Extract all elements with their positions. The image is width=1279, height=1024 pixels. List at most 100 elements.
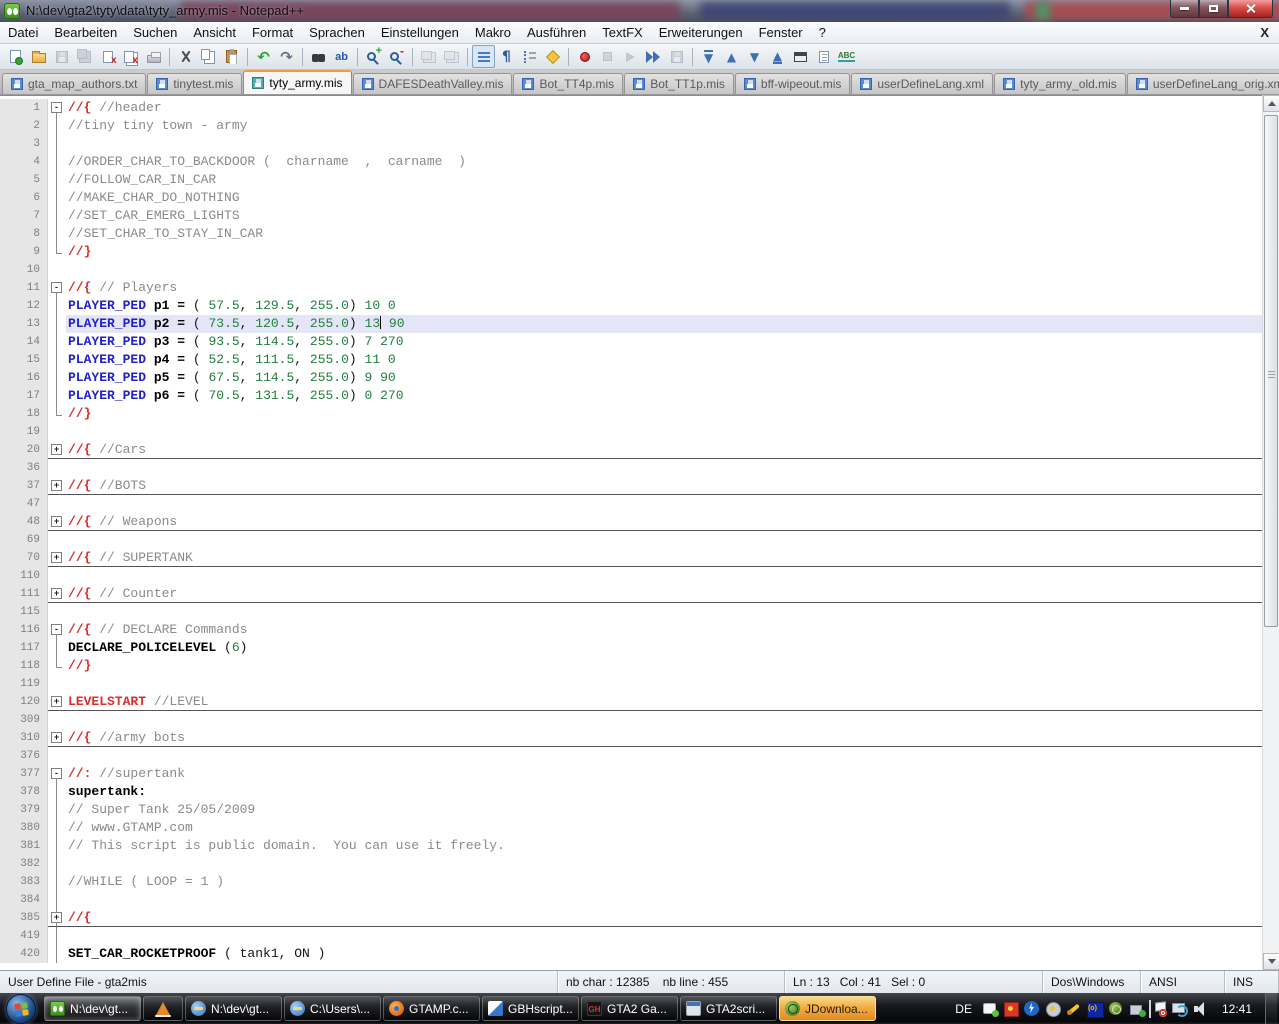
find-icon[interactable]: [307, 45, 330, 68]
sync-vertical-scrolling-icon[interactable]: [417, 45, 440, 68]
launch-console-icon[interactable]: [789, 45, 812, 68]
scroll-up-arrow[interactable]: [1263, 95, 1279, 112]
close-document-x[interactable]: X: [1250, 25, 1279, 40]
menu-item-sprachen[interactable]: Sprachen: [301, 23, 373, 42]
scrollbar-thumb[interactable]: [1264, 115, 1278, 627]
close-button[interactable]: [1228, 0, 1273, 18]
network-icon[interactable]: [1170, 1000, 1188, 1018]
tab-Bot_TT4p.mis[interactable]: Bot_TT4p.mis: [513, 73, 623, 94]
macro-stop-icon[interactable]: [596, 45, 619, 68]
vertical-scrollbar[interactable]: [1262, 95, 1279, 970]
taskbar-explorer-users[interactable]: C:\Users\...: [284, 996, 381, 1021]
action-center-icon[interactable]: [1149, 1000, 1167, 1018]
save-file-icon[interactable]: [50, 45, 73, 68]
fold-expand-marker[interactable]: +: [48, 729, 66, 747]
tab-tyty_army_old.mis[interactable]: tyty_army_old.mis: [994, 73, 1126, 94]
indent-guide-icon[interactable]: [518, 45, 541, 68]
collapse-all-icon[interactable]: ▼: [697, 45, 720, 68]
taskbar-vlc[interactable]: [143, 996, 183, 1021]
fold-expand-marker[interactable]: +: [48, 549, 66, 567]
globe-app-icon[interactable]: [1107, 1000, 1125, 1018]
menu-item-makro[interactable]: Makro: [467, 23, 519, 42]
fold-collapse-marker[interactable]: -: [48, 765, 66, 783]
menu-item-erweiterungen[interactable]: Erweiterungen: [651, 23, 751, 42]
fold-collapse-marker[interactable]: -: [48, 279, 66, 297]
taskbar-gta2script[interactable]: GTA2scri...: [680, 996, 777, 1021]
menu-item-format[interactable]: Format: [244, 23, 301, 42]
scroll-down-arrow[interactable]: [1263, 953, 1279, 970]
macro-record-icon[interactable]: [573, 45, 596, 68]
tab-Bot_TT1p.mis[interactable]: Bot_TT1p.mis: [624, 73, 734, 94]
new-file-icon[interactable]: [4, 45, 27, 68]
taskbar-clock[interactable]: 12:41: [1212, 1002, 1262, 1016]
undo-icon[interactable]: ↶: [252, 45, 275, 68]
start-button[interactable]: [6, 994, 36, 1024]
taskbar-gta2-game[interactable]: GHGTA2 Ga...: [581, 996, 678, 1021]
user-defined-dialog-icon[interactable]: [541, 45, 564, 68]
uncollapse-all-icon[interactable]: ▲: [720, 45, 743, 68]
uncollapse-current-level-icon[interactable]: ▲: [766, 45, 789, 68]
fold-collapse-marker[interactable]: -: [48, 621, 66, 639]
disk-utility-icon[interactable]: [1044, 1000, 1062, 1018]
macro-save-icon[interactable]: [665, 45, 688, 68]
show-all-characters-icon[interactable]: ¶: [495, 45, 518, 68]
macro-run-multiple-icon[interactable]: [642, 45, 665, 68]
menu-item-textfx[interactable]: TextFX: [594, 23, 650, 42]
tab-gta_map_authors.txt[interactable]: gta_map_authors.txt: [2, 73, 146, 94]
fold-expand-marker[interactable]: +: [48, 513, 66, 531]
taskbar-gbhscript[interactable]: GBHscript...: [482, 996, 579, 1021]
taskbar-notepadpp[interactable]: N:\dev\gt...: [44, 996, 141, 1021]
menu-item-einstellungen[interactable]: Einstellungen: [373, 23, 467, 42]
menu-item-ansicht[interactable]: Ansicht: [185, 23, 244, 42]
tab-tyty_army.mis[interactable]: tyty_army.mis: [243, 70, 351, 94]
fold-expand-marker[interactable]: +: [48, 441, 66, 459]
paste-icon[interactable]: [220, 45, 243, 68]
show-desktop-button[interactable]: [1265, 993, 1277, 1024]
print-icon[interactable]: [142, 45, 165, 68]
cut-icon[interactable]: [174, 45, 197, 68]
tab-bff-wipeout.mis[interactable]: bff-wipeout.mis: [735, 73, 850, 94]
photo-app-icon[interactable]: [1002, 1000, 1020, 1018]
usb-device-icon[interactable]: [1128, 1000, 1146, 1018]
open-file-icon[interactable]: [27, 45, 50, 68]
fold-expand-marker[interactable]: +: [48, 909, 66, 927]
code-editor[interactable]: 1-//{ //header2//tiny tiny town - army34…: [0, 95, 1279, 970]
tuneup-icon[interactable]: [1065, 1000, 1083, 1018]
word-wrap-icon[interactable]: [472, 45, 495, 68]
language-indicator[interactable]: DE: [949, 1002, 978, 1016]
replace-icon[interactable]: ab: [330, 45, 353, 68]
fold-expand-marker[interactable]: +: [48, 477, 66, 495]
fold-expand-marker[interactable]: +: [48, 693, 66, 711]
tab-DAFESDeathValley.mis[interactable]: DAFESDeathValley.mis: [353, 73, 513, 94]
tab-userDefineLang_orig.xml[interactable]: userDefineLang_orig.xml: [1127, 73, 1279, 94]
zoom-in-icon[interactable]: [362, 45, 385, 68]
sync-horizontal-scrolling-icon[interactable]: [440, 45, 463, 68]
wireless-icon[interactable]: [1086, 1000, 1104, 1018]
taskbar-explorer-dev[interactable]: N:\dev\gt...: [185, 996, 282, 1021]
menu-item--[interactable]: ?: [811, 23, 834, 42]
redo-icon[interactable]: ↷: [275, 45, 298, 68]
volume-icon[interactable]: [1191, 1000, 1209, 1018]
save-all-icon[interactable]: [73, 45, 96, 68]
taskbar-jdownloader[interactable]: JDownloa...: [779, 996, 876, 1021]
taskbar-firefox[interactable]: GTAMP.c...: [383, 996, 480, 1021]
tab-userDefineLang.xml[interactable]: userDefineLang.xml: [851, 73, 993, 94]
menu-item-ausf-hren[interactable]: Ausführen: [519, 23, 594, 42]
collapse-current-level-icon[interactable]: ▼: [743, 45, 766, 68]
spell-check-icon[interactable]: ABC: [835, 45, 858, 68]
menu-item-datei[interactable]: Datei: [0, 23, 46, 42]
zoom-out-icon[interactable]: [385, 45, 408, 68]
menu-item-fenster[interactable]: Fenster: [751, 23, 811, 42]
fold-collapse-marker[interactable]: -: [48, 99, 66, 117]
copy-icon[interactable]: [197, 45, 220, 68]
close-all-icon[interactable]: [119, 45, 142, 68]
edit-monitor-doc-icon[interactable]: [812, 45, 835, 68]
tab-tinytest.mis[interactable]: tinytest.mis: [147, 73, 242, 94]
lightning-app-icon[interactable]: [1023, 1000, 1041, 1018]
close-file-icon[interactable]: [96, 45, 119, 68]
menu-item-bearbeiten[interactable]: Bearbeiten: [46, 23, 125, 42]
minimize-button[interactable]: [1170, 0, 1199, 18]
messenger-icon[interactable]: [981, 1000, 999, 1018]
fold-expand-marker[interactable]: +: [48, 585, 66, 603]
macro-play-icon[interactable]: [619, 45, 642, 68]
